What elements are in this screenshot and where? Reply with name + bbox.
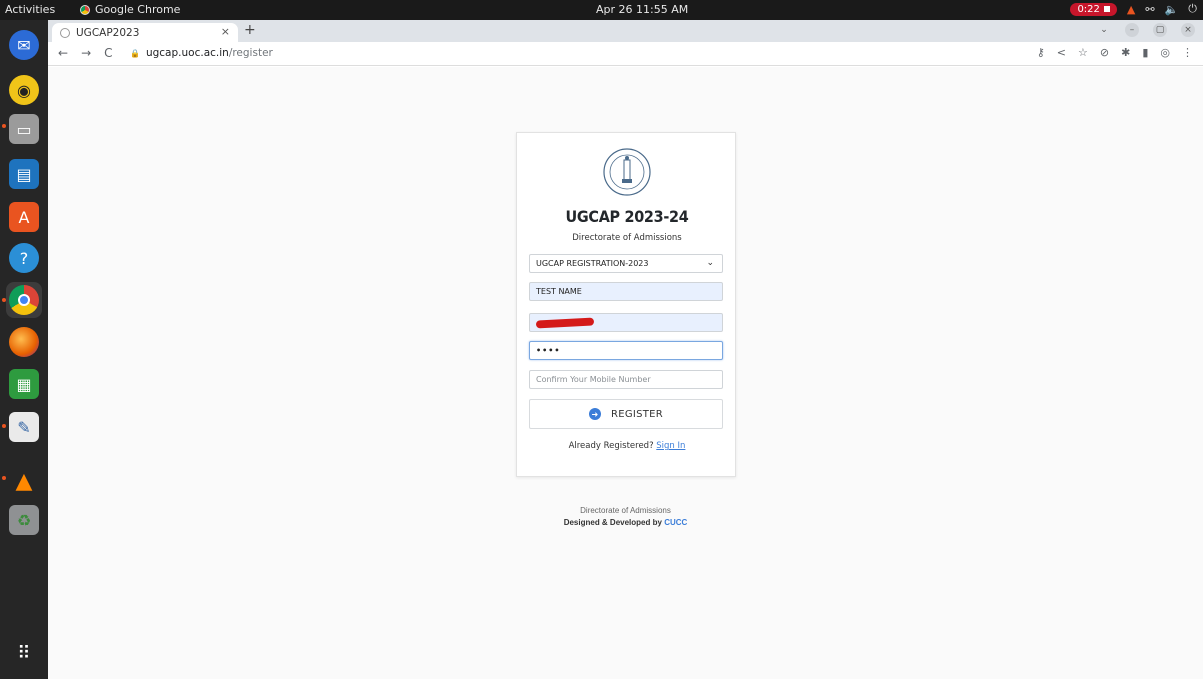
network-icon[interactable]: ⚯ xyxy=(1145,3,1154,16)
menu-kebab-icon[interactable]: ⋮ xyxy=(1182,46,1193,59)
toolbar-actions: ⚷ < ☆ ⊘ ✱ ▮ ◎ ⋮ xyxy=(1037,46,1193,59)
files-icon[interactable]: ▭ xyxy=(9,114,39,144)
extensions-puzzle-icon[interactable]: ✱ xyxy=(1121,46,1130,59)
maximize-icon[interactable]: ▢ xyxy=(1153,23,1167,37)
close-tab-icon[interactable]: × xyxy=(221,25,230,38)
redaction-mark xyxy=(535,316,595,329)
system-tray[interactable]: 0:22 ▲ ⚯ 🔈 ⏻ xyxy=(1070,2,1197,16)
close-window-icon[interactable]: × xyxy=(1181,23,1195,37)
confirm-mobile-field[interactable]: Confirm Your Mobile Number xyxy=(529,370,723,389)
chevron-down-icon: ⌄ xyxy=(706,258,714,268)
firefox-icon[interactable] xyxy=(9,327,39,357)
sign-in-link[interactable]: Sign In xyxy=(656,441,685,451)
footer-credits-prefix: Designed & Developed by xyxy=(563,518,662,527)
dock: ✉ ◉ ▭ ▤ A ? ▦ ✎ ▲ ♻ ⠿ xyxy=(0,20,48,679)
system-top-bar: Activities Google Chrome Apr 26 11:55 AM… xyxy=(0,0,1203,20)
lock-icon[interactable]: 🔒 xyxy=(130,49,140,58)
minimize-icon[interactable]: – xyxy=(1125,23,1139,37)
activities-button[interactable]: Activities xyxy=(5,3,55,16)
tab-ugcap2023[interactable]: UGCAP2023 × xyxy=(52,23,238,42)
chrome-icon[interactable] xyxy=(9,285,39,315)
page-title: UGCAP 2023-24 xyxy=(565,207,689,226)
sign-in-prompt: Already Registered? Sign In xyxy=(517,441,737,451)
browser-toolbar: ← → C 🔒 ugcap.uoc.ac.in/register ⚷ < ☆ ⊘… xyxy=(48,42,1203,66)
text-editor-icon[interactable]: ✎ xyxy=(9,412,39,442)
show-apps-icon[interactable]: ⠿ xyxy=(9,638,39,668)
extension-icon[interactable]: ⊘ xyxy=(1100,46,1109,59)
thunderbird-icon[interactable]: ✉ xyxy=(9,30,39,60)
reload-icon[interactable]: C xyxy=(104,46,112,60)
forward-icon[interactable]: → xyxy=(81,46,91,60)
ubuntu-software-icon[interactable]: A xyxy=(9,202,39,232)
tab-strip: UGCAP2023 × + ⌄ – ▢ × xyxy=(48,20,1203,42)
running-indicator xyxy=(2,298,6,302)
favicon-icon xyxy=(60,27,70,38)
recording-time: 0:22 xyxy=(1077,3,1100,15)
mobile-number-field[interactable]: •••• xyxy=(529,341,723,360)
chrome-window: UGCAP2023 × + ⌄ – ▢ × ← → C 🔒 ugcap.uoc.… xyxy=(48,20,1203,679)
back-icon[interactable]: ← xyxy=(58,46,68,60)
register-arrow-icon: ➜ xyxy=(588,408,601,420)
footer-directorate: Directorate of Admissions xyxy=(580,506,671,515)
window-controls: ⌄ – ▢ × xyxy=(1097,23,1195,37)
chrome-icon xyxy=(80,4,90,15)
email-field[interactable] xyxy=(529,313,723,332)
side-panel-icon[interactable]: ▮ xyxy=(1142,46,1148,59)
university-seal-logo xyxy=(603,148,651,196)
running-indicator xyxy=(2,424,6,428)
cucc-link[interactable]: CUCC xyxy=(664,518,687,527)
already-registered-text: Already Registered? xyxy=(568,441,654,451)
power-icon[interactable]: ⏻ xyxy=(1188,2,1197,16)
address-bar[interactable]: 🔒 ugcap.uoc.ac.in/register xyxy=(130,47,273,59)
running-indicator xyxy=(2,124,6,128)
active-app-menu[interactable]: Google Chrome xyxy=(80,3,180,16)
tab-search-icon[interactable]: ⌄ xyxy=(1097,23,1111,37)
running-indicator xyxy=(2,476,6,480)
libreoffice-calc-icon[interactable]: ▦ xyxy=(9,369,39,399)
trash-icon[interactable]: ♻ xyxy=(9,505,39,535)
vlc-icon[interactable]: ▲ xyxy=(9,466,39,496)
url-host: ugcap.uoc.ac.in xyxy=(145,47,229,59)
register-button[interactable]: ➜ REGISTER xyxy=(529,399,723,429)
libreoffice-writer-icon[interactable]: ▤ xyxy=(9,159,39,189)
password-key-icon[interactable]: ⚷ xyxy=(1037,46,1045,59)
clock[interactable]: Apr 26 11:55 AM xyxy=(596,3,688,16)
page-subtitle: Directorate of Admissions xyxy=(572,233,682,243)
name-field[interactable]: TEST NAME xyxy=(529,282,723,301)
active-app-name: Google Chrome xyxy=(95,3,181,16)
nav-buttons: ← → C xyxy=(58,46,113,60)
tab-title: UGCAP2023 xyxy=(76,26,140,39)
share-icon[interactable]: < xyxy=(1057,46,1066,59)
page-viewport: UGCAP 2023-24 Directorate of Admissions … xyxy=(48,67,1203,679)
rhythmbox-icon[interactable]: ◉ xyxy=(9,75,39,105)
register-label: REGISTER xyxy=(610,408,664,420)
registration-type-value: UGCAP REGISTRATION-2023 xyxy=(536,259,649,268)
screen-recording-indicator[interactable]: 0:22 xyxy=(1070,2,1117,16)
register-card: UGCAP 2023-24 Directorate of Admissions … xyxy=(516,132,736,477)
help-icon[interactable]: ? xyxy=(9,243,39,273)
new-tab-button[interactable]: + xyxy=(244,22,256,38)
stop-recording-icon xyxy=(1103,6,1110,12)
footer-credits: Designed & Developed by CUCC xyxy=(48,518,1203,527)
registration-type-select[interactable]: UGCAP REGISTRATION-2023 ⌄ xyxy=(529,254,723,273)
volume-icon[interactable]: 🔈 xyxy=(1165,3,1179,16)
update-icon[interactable]: ▲ xyxy=(1127,3,1135,16)
bookmark-star-icon[interactable]: ☆ xyxy=(1078,46,1088,59)
profile-avatar-icon[interactable]: ◎ xyxy=(1160,46,1170,59)
url-path: /register xyxy=(228,47,273,59)
